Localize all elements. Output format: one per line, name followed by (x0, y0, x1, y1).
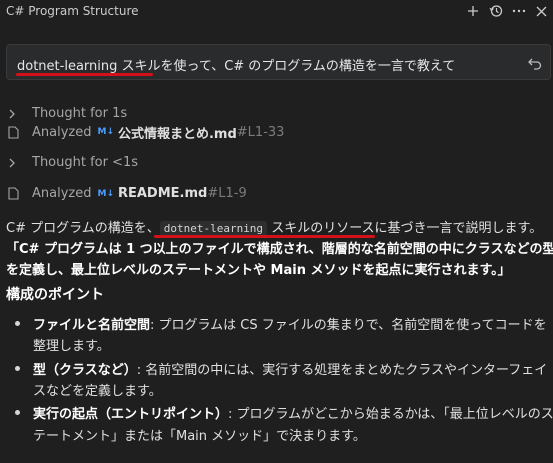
summary-quote: を定義し、最上位レベルのステートメントや Main メソッドを起点に実行されます… (6, 263, 511, 278)
close-icon[interactable] (532, 2, 550, 20)
intro-text: C# プログラムの構造を、 (6, 221, 160, 236)
list-item-continuation: スなどを定義します。 (33, 384, 162, 399)
thought-row[interactable]: Thought for 1s (8, 106, 127, 121)
more-icon[interactable] (510, 2, 528, 20)
list-item-continuation: 整理します。 (33, 339, 110, 354)
file-icon (8, 187, 22, 200)
analyzed-label: Analyzed (32, 186, 92, 201)
list-item-sep: : (136, 363, 146, 378)
bullet-icon (15, 410, 20, 415)
bullet-icon (15, 366, 20, 371)
bullet-icon (15, 321, 20, 326)
list-item-term: 型（クラスなど） (33, 363, 137, 378)
chevron-right-icon (8, 158, 22, 168)
thought-label: Thought for <1s (32, 155, 139, 170)
answer-intro: C# プログラムの構造を、 dotnet-learning スキルのリソースに基づ… (6, 217, 542, 236)
plus-icon[interactable] (464, 2, 482, 20)
footer-fade (0, 455, 553, 463)
annotation-underline (154, 235, 375, 238)
summary-quote: 「C# プログラムは 1 つ以上のファイルで構成され、階層的な名前空間の中にクラ… (6, 242, 553, 257)
thought-row[interactable]: Thought for <1s (8, 155, 138, 170)
file-link[interactable]: 公式情報まとめ.md (118, 125, 237, 140)
list-item-term: ファイルと名前空間 (33, 318, 151, 333)
markdown-icon: M↓ (97, 127, 114, 137)
list-item: ファイルと名前空間: プログラムは CS ファイルの集まりで、名前空間を使ってコ… (33, 314, 547, 333)
markdown-icon: M↓ (97, 188, 114, 199)
line-range: #L1-9 (207, 186, 247, 201)
analyzed-row[interactable]: Analyzed M↓ README.md #L1-9 (8, 186, 247, 201)
chevron-right-icon (8, 109, 22, 119)
analyzed-label: Analyzed (32, 125, 92, 139)
intro-text: スキルのリソースに基づき一言で説明します。 (271, 221, 543, 236)
undo-icon[interactable] (528, 55, 542, 74)
user-prompt-text: dotnet-learning スキルを使って、C# のプログラムの構造を一言で… (17, 59, 456, 74)
list-item-term: 実行の起点（エントリポイント） (33, 407, 229, 422)
thought-label: Thought for 1s (32, 106, 128, 121)
list-item: 実行の起点（エントリポイント）: プログラムがどこから始まるかは、「最上位レベル… (33, 403, 553, 422)
history-icon[interactable] (487, 2, 505, 20)
analyzed-row[interactable]: Analyzed M↓ 公式情報まとめ.md #L1-33 (8, 125, 284, 139)
list-item-sep: : (150, 318, 159, 333)
file-link[interactable]: README.md (118, 186, 207, 201)
list-item-sep: : (228, 407, 237, 422)
inline-code: dotnet-learning (159, 221, 268, 236)
line-range: #L1-33 (236, 125, 285, 139)
annotation-underline (16, 73, 153, 76)
list-item: 型（クラスなど）: 名前空間の中には、実行する処理をまとめたクラスやインターフェ… (33, 359, 547, 378)
list-item-text: 名前空間の中には、実行する処理をまとめたクラスやインターフェイ (145, 363, 548, 378)
file-icon (8, 125, 22, 139)
list-item-text: プログラムがどこから始まるかは、「最上位レベルのス (236, 407, 553, 422)
window-title: C# Program Structure (6, 4, 139, 18)
title-bar: C# Program Structure (0, 0, 553, 24)
list-item-continuation: テートメント」または「Main メソッド」で決まります。 (33, 429, 366, 444)
section-heading: 構成のポイント (6, 287, 104, 303)
list-item-text: プログラムは CS ファイルの集まりで、名前空間を使ってコードを (158, 318, 547, 333)
